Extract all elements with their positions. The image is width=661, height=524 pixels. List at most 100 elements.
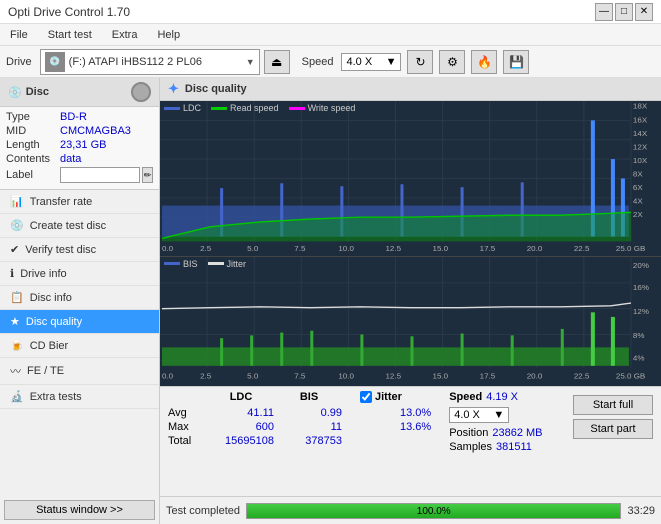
max-jitter-spacer xyxy=(360,421,398,433)
menu-start-test[interactable]: Start test xyxy=(42,27,98,43)
create-test-disc-icon: 💿 xyxy=(10,219,24,232)
samples-label: Samples xyxy=(449,441,492,453)
svg-text:20.0: 20.0 xyxy=(527,372,543,381)
sidebar: 💿 Disc Type BD-R MID CMCMAGBA3 Length 23… xyxy=(0,78,160,524)
disc-quality-icon: ★ xyxy=(10,315,20,328)
max-ldc: 600 xyxy=(208,421,274,433)
disc-mid-row: MID CMCMAGBA3 xyxy=(6,125,153,137)
verify-test-disc-label: Verify test disc xyxy=(25,244,96,256)
avg-label: Avg xyxy=(168,407,206,419)
label-edit-button[interactable]: ✏ xyxy=(142,167,153,183)
jitter-legend-label: Jitter xyxy=(227,259,247,269)
create-test-disc-label: Create test disc xyxy=(30,220,106,232)
jitter-legend-color xyxy=(208,262,224,265)
start-full-button[interactable]: Start full xyxy=(573,395,653,415)
samples-row: Samples 381511 xyxy=(449,441,542,453)
drive-select[interactable]: 💿 (F:) ATAPI iHBS112 2 PL06 ▼ xyxy=(40,49,260,75)
save-button[interactable]: 💾 xyxy=(503,50,529,74)
jitter-header: Jitter xyxy=(375,391,402,403)
label-input[interactable] xyxy=(60,167,140,183)
sidebar-item-create-test-disc[interactable]: 💿 Create test disc xyxy=(0,214,159,238)
ldc-legend: LDC xyxy=(164,103,201,113)
bis-legend-color xyxy=(164,262,180,265)
write-speed-legend-color xyxy=(289,107,305,110)
contents-label: Contents xyxy=(6,153,60,165)
svg-text:8%: 8% xyxy=(633,331,645,340)
svg-text:10.0: 10.0 xyxy=(338,372,354,381)
speed-stat-value: 4.19 X xyxy=(486,391,518,403)
svg-text:12X: 12X xyxy=(633,143,648,152)
max-jitter: 13.6% xyxy=(400,421,431,433)
speed-position-section: Speed 4.19 X 4.0 X ▼ Position 23862 MB xyxy=(449,391,542,453)
drive-info-label: Drive info xyxy=(20,268,66,280)
cd-bier-label: CD Bier xyxy=(30,340,69,352)
chart-title: Disc quality xyxy=(185,83,247,95)
menu-bar: File Start test Extra Help xyxy=(0,24,661,46)
sidebar-item-cd-bier[interactable]: 🍺 CD Bier xyxy=(0,334,159,358)
speed-dropdown-row: 4.0 X ▼ xyxy=(449,407,542,423)
sidebar-item-disc-quality[interactable]: ★ Disc quality xyxy=(0,310,159,334)
menu-extra[interactable]: Extra xyxy=(106,27,144,43)
sidebar-item-drive-info[interactable]: ℹ Drive info xyxy=(0,262,159,286)
disc-info-icon: 📋 xyxy=(10,291,24,304)
total-label: Total xyxy=(168,435,206,447)
sidebar-item-transfer-rate[interactable]: 📊 Transfer rate xyxy=(0,190,159,214)
svg-text:25.0 GB: 25.0 GB xyxy=(616,244,645,253)
avg-jitter-row: 13.0% xyxy=(360,407,431,419)
eject-button[interactable]: ⏏ xyxy=(264,50,290,74)
jitter-checkbox[interactable] xyxy=(360,391,372,403)
bis-header: BIS xyxy=(276,391,342,403)
refresh-button[interactable]: ↻ xyxy=(407,50,433,74)
svg-text:16X: 16X xyxy=(633,115,648,124)
svg-text:2.5: 2.5 xyxy=(200,372,211,381)
transfer-rate-label: Transfer rate xyxy=(30,196,93,208)
sidebar-item-extra-tests[interactable]: 🔬 Extra tests xyxy=(0,385,159,409)
start-buttons: Start full Start part xyxy=(573,391,653,439)
max-bis: 11 xyxy=(276,421,342,433)
menu-help[interactable]: Help xyxy=(151,27,186,43)
svg-text:17.5: 17.5 xyxy=(480,244,496,253)
samples-value: 381511 xyxy=(496,441,532,453)
extra-tests-icon: 🔬 xyxy=(10,390,24,403)
svg-text:12%: 12% xyxy=(633,307,649,316)
menu-file[interactable]: File xyxy=(4,27,34,43)
sidebar-item-fe-te[interactable]: 〰 FE / TE xyxy=(0,358,159,385)
fe-te-label: FE / TE xyxy=(27,365,64,377)
stats-spacer xyxy=(168,391,206,403)
sidebar-item-disc-info[interactable]: 📋 Disc info xyxy=(0,286,159,310)
drive-dropdown-arrow: ▼ xyxy=(246,57,255,67)
content-area: 💿 Disc Type BD-R MID CMCMAGBA3 Length 23… xyxy=(0,78,661,524)
svg-text:14X: 14X xyxy=(633,129,648,138)
avg-bis: 0.99 xyxy=(276,407,342,419)
speed-select[interactable]: 4.0 X ▼ xyxy=(341,53,401,71)
upper-chart: 0.0 2.5 5.0 7.5 10.0 12.5 15.0 17.5 20.0… xyxy=(160,101,661,257)
speed-label: Speed xyxy=(302,56,334,68)
svg-text:22.5: 22.5 xyxy=(574,372,590,381)
close-button[interactable]: ✕ xyxy=(635,3,653,21)
settings-button[interactable]: ⚙ xyxy=(439,50,465,74)
disc-section-header: 💿 Disc xyxy=(0,78,159,107)
burn-button[interactable]: 🔥 xyxy=(471,50,497,74)
window-controls: — □ ✕ xyxy=(595,3,653,21)
write-speed-legend: Write speed xyxy=(289,103,356,113)
svg-text:16%: 16% xyxy=(633,283,649,292)
minimize-button[interactable]: — xyxy=(595,3,613,21)
maximize-button[interactable]: □ xyxy=(615,3,633,21)
upper-legend: LDC Read speed Write speed xyxy=(164,103,355,113)
bis-legend: BIS xyxy=(164,259,198,269)
lower-legend: BIS Jitter xyxy=(164,259,246,269)
speed-stat-select[interactable]: 4.0 X ▼ xyxy=(449,407,509,423)
mid-label: MID xyxy=(6,125,60,137)
ldc-legend-label: LDC xyxy=(183,103,201,113)
svg-text:20.0: 20.0 xyxy=(527,244,543,253)
status-window-button[interactable]: Status window >> xyxy=(4,500,155,520)
speed-dropdown-arrow: ▼ xyxy=(386,56,397,68)
sidebar-item-verify-test-disc[interactable]: ✔ Verify test disc xyxy=(0,238,159,262)
svg-text:4%: 4% xyxy=(633,353,645,362)
start-part-button[interactable]: Start part xyxy=(573,419,653,439)
fe-te-icon: 〰 xyxy=(10,363,21,379)
length-value: 23,31 GB xyxy=(60,139,106,151)
svg-text:10X: 10X xyxy=(633,156,648,165)
svg-text:2X: 2X xyxy=(633,210,644,219)
read-speed-legend-color xyxy=(211,107,227,110)
